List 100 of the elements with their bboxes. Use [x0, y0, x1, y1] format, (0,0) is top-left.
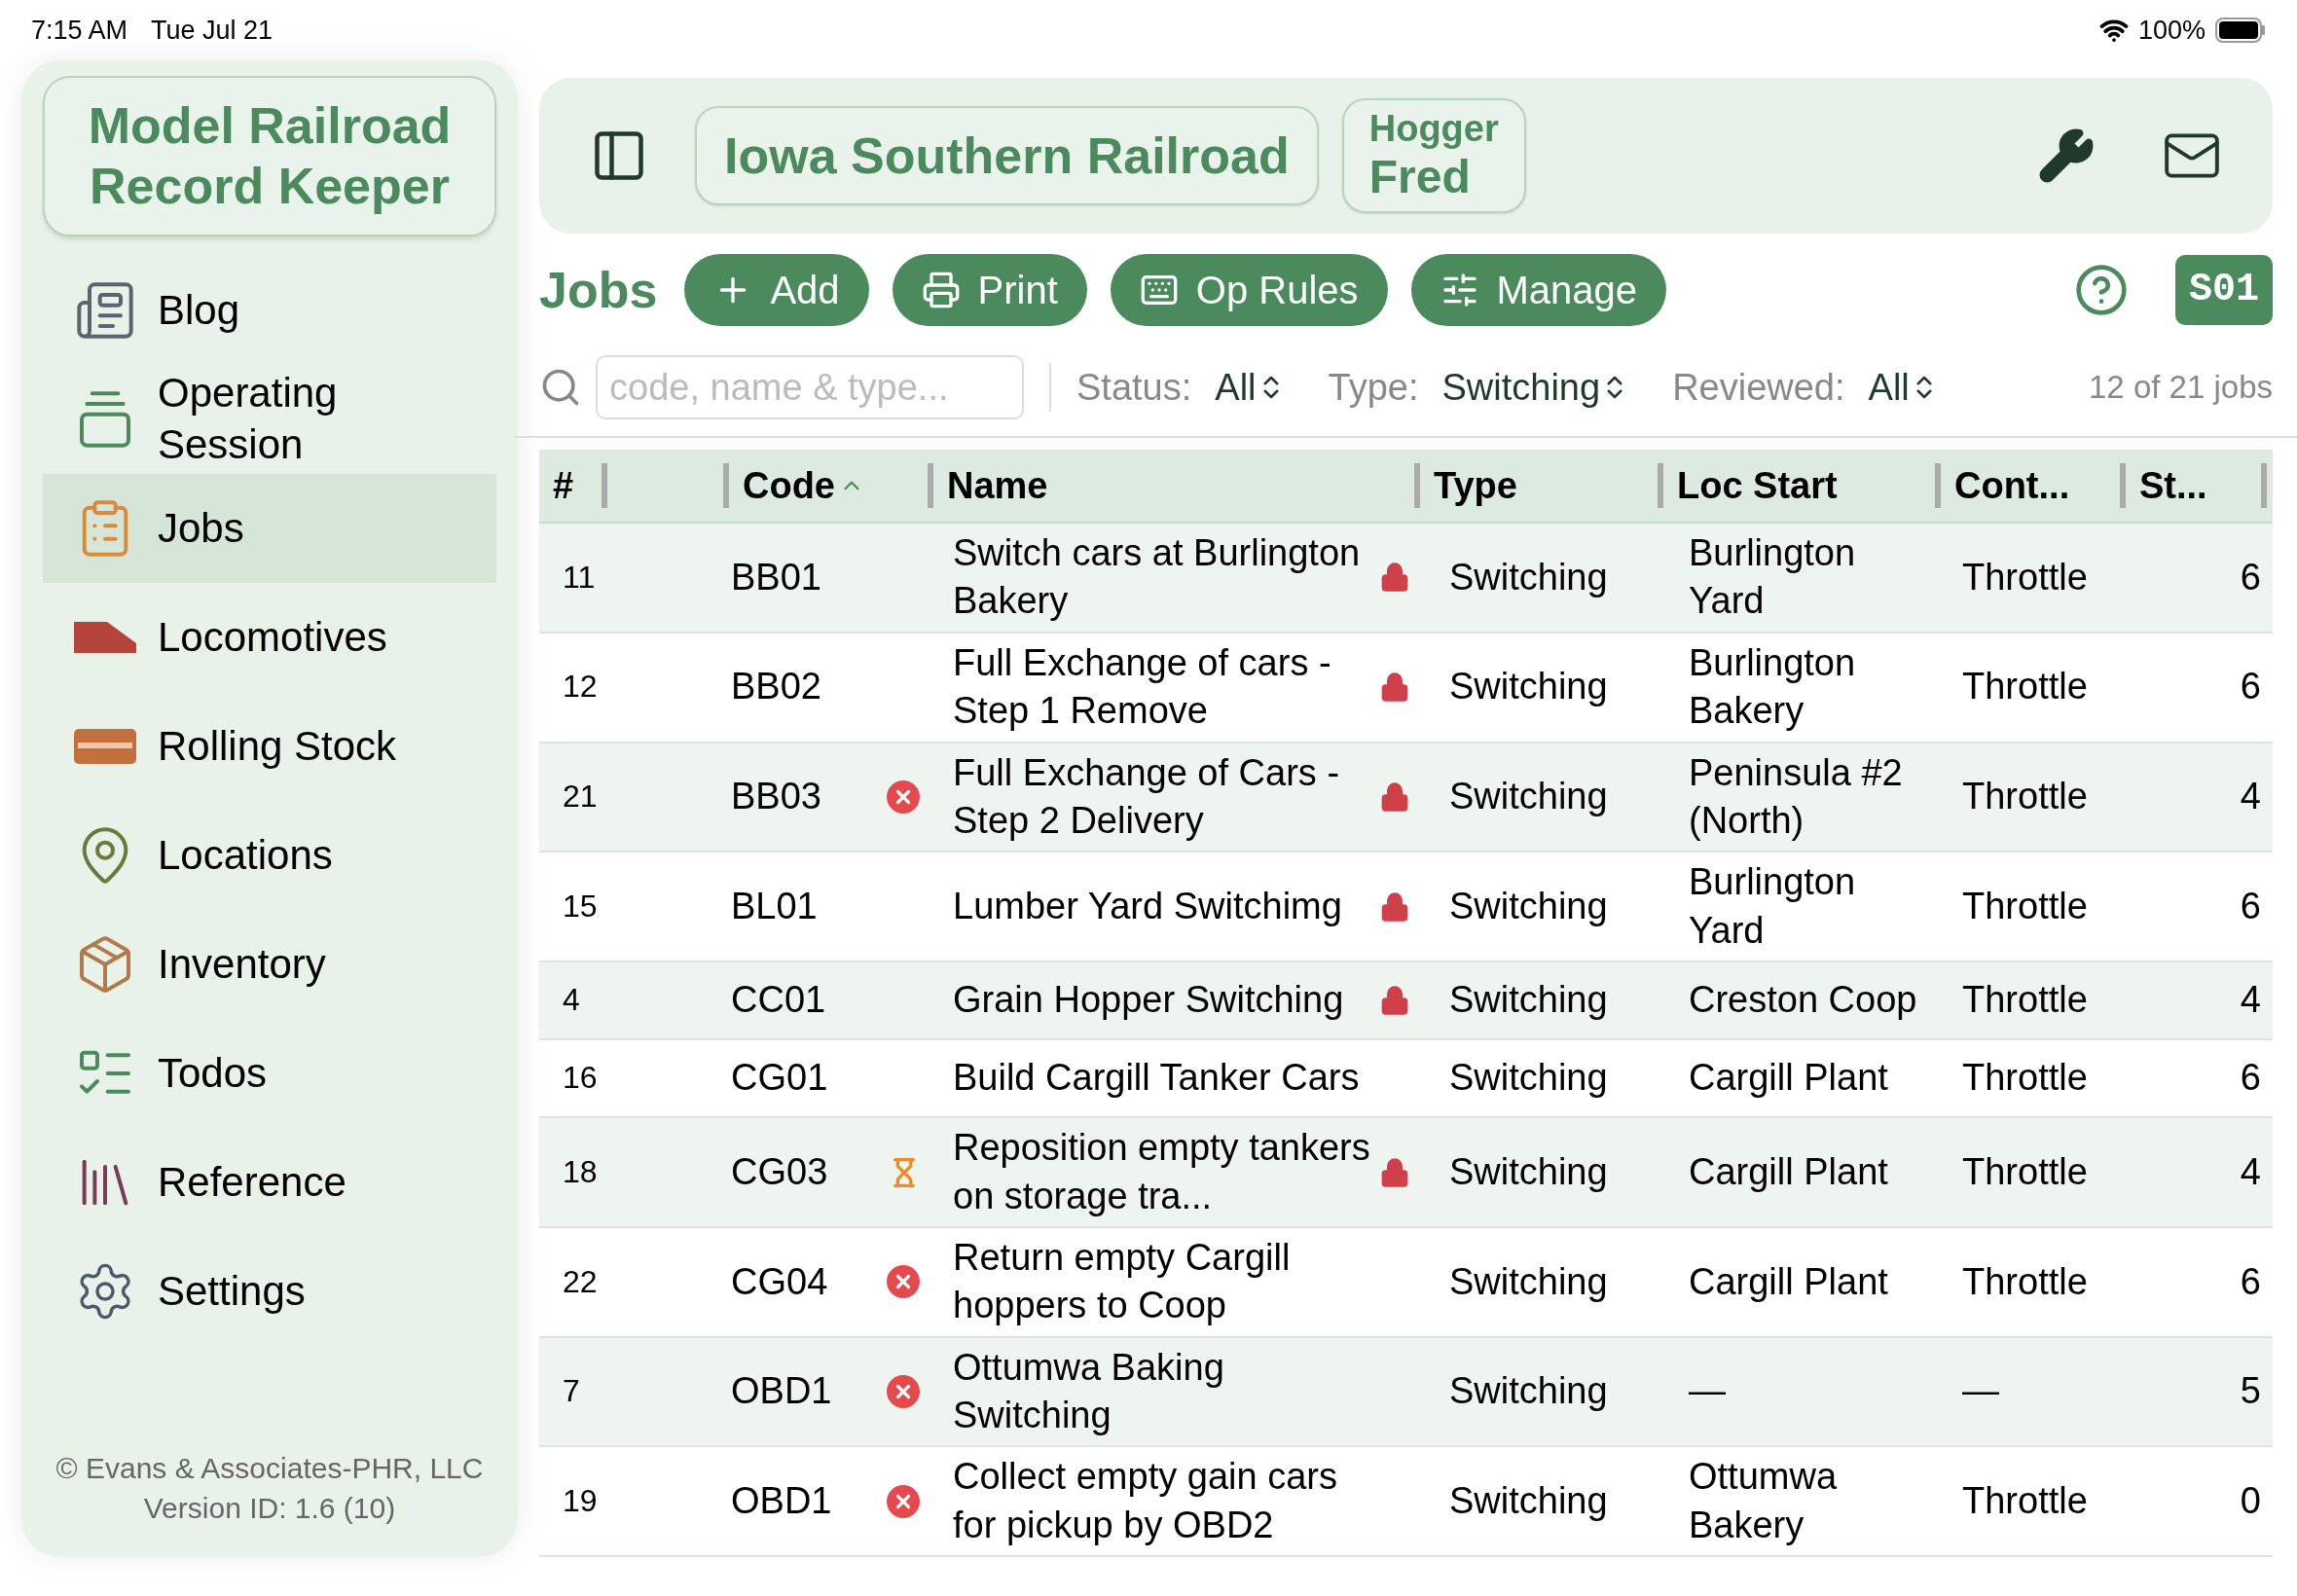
loc-start: — — [1689, 1369, 1726, 1414]
control-type: Throttle — [1962, 1149, 2088, 1194]
loc-start: Peninsula #2 (North) — [1689, 750, 1904, 843]
job-code: OBD1 — [731, 1479, 832, 1524]
job-code: CG03 — [731, 1149, 828, 1194]
job-type: Switching — [1449, 1149, 1608, 1194]
job-number: 19 — [563, 1482, 598, 1521]
job-code: BB02 — [731, 665, 821, 709]
column-header[interactable]: # — [553, 467, 574, 504]
job-type: Switching — [1449, 555, 1608, 599]
job-number: 15 — [563, 887, 598, 925]
railroad-name[interactable]: Iowa Southern Railroad — [695, 106, 1319, 205]
status-filter[interactable]: All — [1215, 359, 1286, 416]
control-type: Throttle — [1962, 775, 2088, 819]
filter-label: Type: — [1328, 365, 1419, 410]
sidebar-item[interactable]: Rolling Stock — [43, 691, 496, 801]
table-row[interactable]: 11 BB01 Switch cars at Burlington Bakery Switching Burlington Yard Throttle 6 — [539, 524, 2273, 634]
job-type: Switching — [1449, 978, 1608, 1023]
column-header[interactable]: Cont... — [1954, 467, 2070, 504]
sidebar-label: Reference — [158, 1157, 347, 1207]
control-type: Throttle — [1962, 978, 2088, 1023]
column-header[interactable]: Type — [1434, 467, 1517, 504]
job-name: Lumber Yard Switchimg — [953, 885, 1342, 929]
search-field[interactable]: code, name & type... — [596, 355, 1024, 419]
job-code: OBD1 — [731, 1369, 832, 1414]
filter-label: Reviewed: — [1672, 365, 1845, 410]
filter-label: Status: — [1076, 365, 1192, 410]
sidebar-label: Settings — [158, 1266, 307, 1316]
footer-text: © Evans & Associates-PHR, LLC — [55, 1451, 484, 1486]
footer-text: Version ID: 1.6 (10) — [143, 1490, 396, 1526]
loc-start: Ottumwa Bakery — [1689, 1455, 1839, 1547]
toolbar-button[interactable]: Print — [892, 254, 1087, 326]
column-header[interactable]: Loc Start — [1677, 467, 1838, 504]
sidebar-item[interactable]: Locomotives — [43, 582, 496, 692]
cell-value: 6 — [2240, 1056, 2261, 1101]
column-header[interactable]: St... — [2139, 467, 2207, 504]
cell-value: 4 — [2240, 1149, 2261, 1194]
control-type: Throttle — [1962, 1479, 2088, 1524]
printer-icon — [921, 271, 961, 309]
column-header[interactable]: Code — [743, 467, 835, 504]
toolbar-button[interactable]: Op Rules — [1110, 254, 1388, 326]
sidebar-item[interactable]: Jobs — [43, 473, 496, 583]
sidebar-item[interactable]: Reference — [43, 1127, 496, 1237]
job-type: Switching — [1449, 1479, 1608, 1524]
reviewed-filter[interactable]: All — [1868, 359, 1939, 416]
cell-value: 6 — [2240, 555, 2261, 599]
boxcar-icon — [72, 726, 138, 766]
table-row[interactable]: 21 BB03 Full Exchange of Cars - Step 2 Delivery Switching Peninsula #2 (North) Throttle 4 — [539, 743, 2273, 853]
job-code: BB01 — [731, 555, 821, 599]
control-type: Throttle — [1962, 555, 2088, 599]
page-title: Jobs — [539, 261, 658, 320]
sidebar-item[interactable]: Settings — [43, 1236, 496, 1346]
help-icon[interactable] — [2074, 263, 2129, 317]
sidebar-item[interactable]: Locations — [43, 800, 496, 910]
job-type: Switching — [1449, 1369, 1608, 1414]
status-date: Tue Jul 21 — [151, 14, 273, 47]
sidebar-label: Locations — [158, 830, 334, 880]
type-filter[interactable]: Switching — [1441, 359, 1630, 416]
user-name: Fred — [1368, 150, 1472, 204]
column-header[interactable]: Name — [947, 467, 1048, 504]
loc-start: Cargill Plant — [1689, 1149, 1888, 1194]
toolbar-button[interactable]: Manage — [1410, 254, 1667, 326]
job-name: Reposition empty tankers on storage tra... — [953, 1126, 1371, 1218]
cell-value: 6 — [2240, 1259, 2261, 1304]
job-number: 16 — [563, 1059, 598, 1098]
sidebar-item[interactable]: Todos — [43, 1018, 496, 1128]
table-row[interactable]: 4 CC01 Grain Hopper Switching Switching Creston Coop Throttle 4 — [539, 962, 2273, 1041]
job-type: Switching — [1449, 1259, 1608, 1304]
wrench-icon[interactable] — [2037, 127, 2096, 185]
loc-start: Burlington Yard — [1689, 860, 1857, 953]
cell-value: 6 — [2240, 885, 2261, 929]
control-type: — — [1962, 1369, 1999, 1414]
user-card[interactable]: Hogger Fred — [1341, 97, 1526, 214]
sidebar-label: Rolling Stock — [158, 721, 398, 771]
sidebar-label: Inventory — [158, 939, 327, 989]
job-count: 12 of 21 jobs — [2089, 368, 2273, 408]
toolbar-button[interactable]: Add — [684, 254, 869, 326]
job-name: Full Exchange of Cars - Step 2 Delivery — [953, 750, 1341, 843]
sidebar-item[interactable]: Operating Session — [43, 364, 496, 474]
job-number: 7 — [563, 1372, 580, 1411]
control-type: Throttle — [1962, 1259, 2088, 1304]
job-number: 22 — [563, 1262, 598, 1301]
table-row[interactable]: 7 OBD1 Ottumwa Baking Switching Switching — — 5 — [539, 1337, 2273, 1448]
cell-value: 5 — [2240, 1369, 2261, 1414]
battery-percent: 100% — [2137, 14, 2206, 47]
job-code: CG04 — [731, 1259, 828, 1304]
job-type: Switching — [1449, 885, 1608, 929]
loc-start: Cargill Plant — [1689, 1259, 1888, 1304]
session-badge[interactable]: S01 — [2175, 255, 2273, 325]
job-code: BL01 — [731, 885, 818, 929]
table-row[interactable]: 18 CG03 Reposition empty tankers on storage tra... Switching Cargill Plant Throttle 4 — [539, 1118, 2273, 1228]
sidebar-label: Locomotives — [158, 612, 388, 662]
job-name: Return empty Cargill hoppers to Coop — [953, 1235, 1292, 1328]
user-role: Hogger — [1368, 107, 1499, 151]
sidebar-item[interactable]: Inventory — [43, 909, 496, 1019]
loc-start: Burlington Bakery — [1689, 640, 1857, 734]
cell-value: 4 — [2240, 978, 2261, 1023]
sidebar-item[interactable]: Blog — [43, 255, 496, 365]
sidebar-label: Jobs — [158, 503, 245, 553]
job-type: Switching — [1449, 775, 1608, 819]
